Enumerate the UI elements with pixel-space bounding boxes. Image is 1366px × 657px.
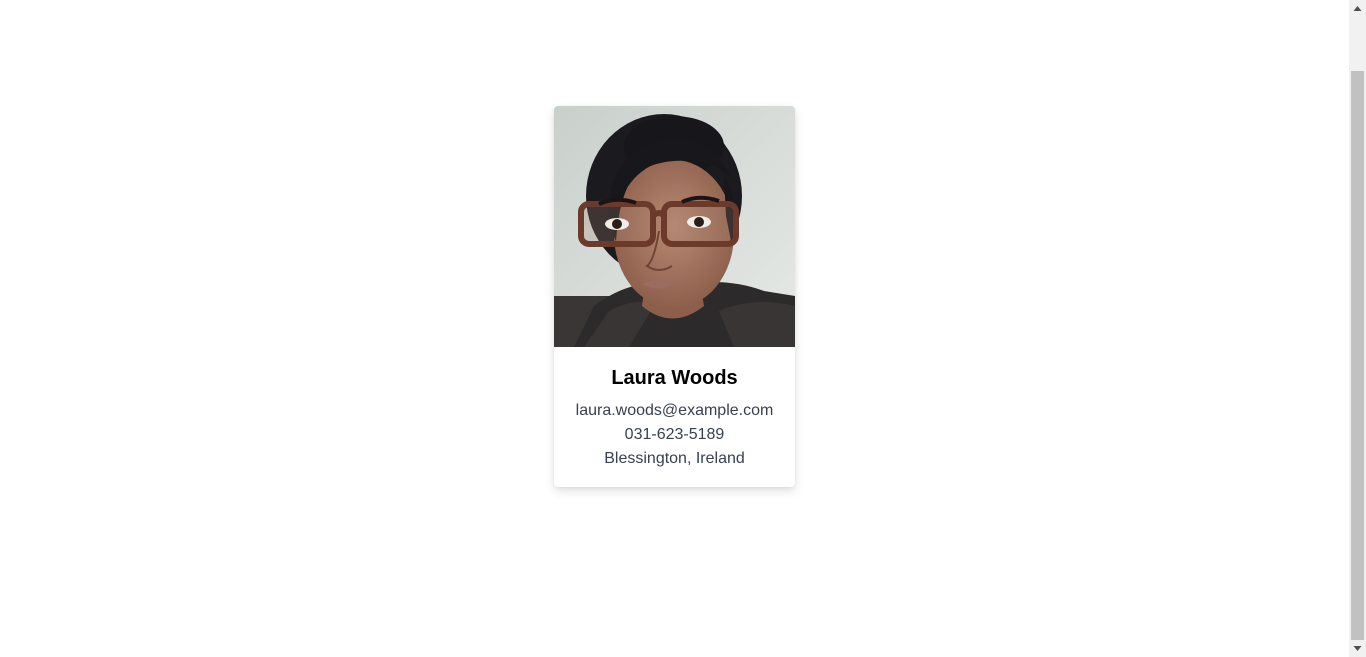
page: Laura Woods laura.woods@example.com 031-…: [0, 0, 1349, 657]
profile-phone[interactable]: 031-623-5189: [554, 423, 795, 447]
profile-photo: [554, 106, 795, 347]
vertical-scrollbar[interactable]: [1349, 0, 1366, 657]
profile-name: Laura Woods: [611, 367, 738, 389]
profile-email[interactable]: laura.woods@example.com: [554, 399, 795, 423]
profile-location: Blessington, Ireland: [604, 450, 745, 467]
profile-card: Laura Woods laura.woods@example.com 031-…: [554, 106, 795, 487]
triangle-up-icon[interactable]: [1349, 0, 1366, 17]
scrollbar-thumb[interactable]: [1351, 71, 1364, 640]
triangle-down-icon[interactable]: [1349, 640, 1366, 657]
